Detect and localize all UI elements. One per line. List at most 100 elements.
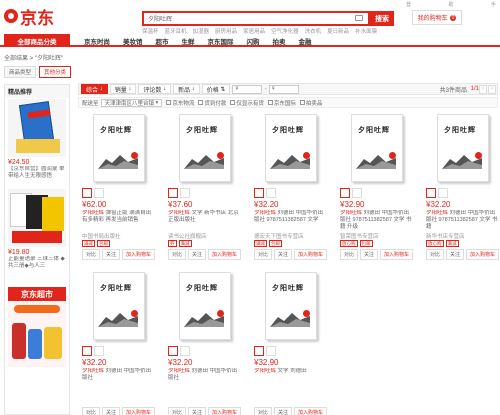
- product-image[interactable]: 夕阳吐辉: [167, 110, 243, 186]
- follow-button[interactable]: 关注: [188, 249, 207, 260]
- sort-comments[interactable]: 评论数 ↓: [138, 84, 172, 94]
- thumbnail[interactable]: [82, 346, 92, 356]
- compare-button[interactable]: 对比: [426, 249, 445, 260]
- search-input[interactable]: [144, 13, 344, 24]
- price-from-input[interactable]: [232, 84, 263, 94]
- checkbox[interactable]: [267, 100, 273, 105]
- nav-item[interactable]: 超市: [156, 36, 169, 46]
- follow-button[interactable]: 关注: [188, 407, 207, 415]
- thumbnail[interactable]: [168, 188, 178, 198]
- nav-item[interactable]: 生鲜: [182, 36, 195, 46]
- compare-button[interactable]: 对比: [254, 249, 273, 260]
- nav-item[interactable]: 美妆馆: [123, 36, 143, 46]
- jd-supermarket-ad[interactable]: 京东超市: [8, 287, 66, 367]
- product-image[interactable]: 夕阳吐辉: [339, 110, 415, 186]
- checkbox[interactable]: [198, 100, 204, 105]
- sort-sales[interactable]: 销量 ↓: [109, 84, 137, 94]
- product-image[interactable]: 夕阳吐辉: [253, 268, 329, 344]
- help-link[interactable]: 助: [448, 1, 453, 8]
- checkbox[interactable]: [230, 100, 236, 105]
- checkbox[interactable]: [166, 100, 172, 105]
- thumbnail[interactable]: [168, 346, 178, 356]
- sort-comprehensive[interactable]: 综合 ↓: [81, 84, 108, 94]
- all-categories-button[interactable]: 全部商品分类: [4, 34, 70, 47]
- product-image[interactable]: 夕阳吐辉: [81, 268, 157, 344]
- add-to-cart-button[interactable]: 加入购物车: [380, 249, 414, 260]
- shop-name[interactable]: 智荣图书专营店: [340, 232, 414, 240]
- product-image[interactable]: [8, 189, 66, 247]
- follow-button[interactable]: 关注: [274, 407, 293, 415]
- add-to-cart-button[interactable]: 加入购物车: [466, 249, 500, 260]
- product-image[interactable]: [8, 99, 66, 157]
- mobile-link[interactable]: 手: [491, 1, 496, 8]
- product-card[interactable]: 夕阳吐辉 ¥32.20 夕阳吐辉 刘德田 中国华侨出版社 97875113825…: [422, 110, 500, 276]
- product-image[interactable]: 夕阳吐辉: [425, 110, 500, 186]
- product-title[interactable]: 夕阳吐辉 文学 新华书店 北京正版出版社: [168, 210, 242, 231]
- compare-button[interactable]: 对比: [168, 249, 187, 260]
- nav-item[interactable]: 京东国际: [208, 36, 234, 46]
- product-title[interactable]: 夕阳吐辉 刘德田 中国华侨出版社: [82, 368, 156, 389]
- shop-name[interactable]: 读书公社旗舰店: [168, 232, 242, 240]
- shop-name[interactable]: 中国书局出版社: [82, 232, 156, 240]
- add-to-cart-button[interactable]: 加入购物车: [294, 249, 328, 260]
- thumbnail[interactable]: [266, 188, 276, 198]
- follow-button[interactable]: 关注: [360, 249, 379, 260]
- sort-price[interactable]: 价格 ⇅: [201, 84, 231, 94]
- follow-button[interactable]: 关注: [102, 249, 121, 260]
- filter-chip-selected[interactable]: 其他分类: [39, 66, 72, 78]
- page-prev-button[interactable]: <: [479, 84, 487, 94]
- product-card[interactable]: 夕阳吐辉 ¥32.20 夕阳吐辉 刘德田 中国华侨出版社 对比 关注 加入购物车: [78, 268, 160, 415]
- compare-button[interactable]: 对比: [254, 407, 273, 415]
- product-image[interactable]: 夕阳吐辉: [167, 268, 243, 344]
- checkbox[interactable]: [299, 100, 305, 105]
- shop-name[interactable]: [82, 390, 156, 397]
- thumbnail[interactable]: [340, 188, 350, 198]
- sidebar-ad[interactable]: 京东超市: [8, 287, 66, 367]
- nav-item[interactable]: 闪购: [247, 36, 260, 46]
- ship-location-select[interactable]: 天津津南区八里台镇 ▾: [100, 98, 163, 107]
- thumbnail[interactable]: [254, 346, 264, 356]
- jd-logo[interactable]: 京东: [4, 4, 64, 28]
- product-card[interactable]: 夕阳吐辉 ¥32.20 夕阳吐辉 刘德田 中国华侨出版社 对比 关注 加入购物车: [164, 268, 246, 415]
- camera-icon[interactable]: [355, 15, 363, 21]
- add-to-cart-button[interactable]: 加入购物车: [208, 249, 242, 260]
- add-to-cart-button[interactable]: 加入购物车: [122, 407, 156, 415]
- filter-chip[interactable]: 商品类型: [4, 66, 37, 78]
- add-to-cart-button[interactable]: 加入购物车: [208, 407, 242, 415]
- product-title[interactable]: 夕阳吐辉 刘德田 中国华侨出版社 9787511382587 文学 书籍 升级: [340, 210, 414, 231]
- cart-button[interactable]: 我的购物车 0: [412, 10, 462, 25]
- thumbnail[interactable]: [426, 188, 436, 198]
- thumbnail[interactable]: [266, 346, 276, 356]
- sort-new[interactable]: 新品 ↓: [173, 84, 200, 94]
- nav-item[interactable]: 京东时尚: [84, 36, 110, 46]
- sidebar-product[interactable]: ¥19.80 正能量语录 三球三体 ◆共三册◆与人三: [8, 189, 66, 270]
- add-to-cart-button[interactable]: 加入购物车: [294, 407, 328, 415]
- product-card[interactable]: 夕阳吐辉 ¥32.90 夕阳吐辉 文学 刘德田 对比 关注 加入购物车: [250, 268, 332, 415]
- product-title[interactable]: 夕阳吐辉 刘德田 中国华侨出版社 9787511382587 文学 书籍: [426, 210, 500, 231]
- nav-item[interactable]: 拍卖: [273, 36, 286, 46]
- thumbnail[interactable]: [94, 346, 104, 356]
- compare-button[interactable]: 对比: [168, 407, 187, 415]
- thumbnail[interactable]: [254, 188, 264, 198]
- price-to-input[interactable]: [268, 84, 299, 94]
- thumbnail[interactable]: [82, 188, 92, 198]
- product-image[interactable]: 夕阳吐辉: [253, 110, 329, 186]
- thumbnail[interactable]: [180, 188, 190, 198]
- compare-button[interactable]: 对比: [82, 407, 101, 415]
- shop-name[interactable]: [168, 390, 242, 397]
- thumbnail[interactable]: [352, 188, 362, 198]
- sidebar-product-title[interactable]: 正能量语录 三球三体 ◆共三册◆与人三: [8, 256, 66, 270]
- nav-item[interactable]: 金融: [299, 36, 312, 46]
- thumbnail[interactable]: [94, 188, 104, 198]
- shop-name[interactable]: [254, 390, 328, 397]
- product-card[interactable]: 夕阳吐辉 ¥32.90 夕阳吐辉 刘德田 中国华侨出版社 97875113825…: [336, 110, 418, 276]
- product-card[interactable]: 夕阳吐辉 ¥32.20 夕阳吐辉 刘德田 中国华侨出版社 97875113825…: [250, 110, 332, 276]
- compare-button[interactable]: 对比: [340, 249, 359, 260]
- product-card[interactable]: 夕阳吐辉 ¥62.00 夕阳吐辉 弹窗正版 满满自出有多精彩 再发当前销售 中国…: [78, 110, 160, 276]
- product-image[interactable]: 夕阳吐辉: [81, 110, 157, 186]
- product-title[interactable]: 夕阳吐辉 刘德田 中国华侨出版社 9787511382587 文学: [254, 210, 328, 231]
- search-button[interactable]: 搜索: [370, 11, 394, 26]
- follow-button[interactable]: 关注: [102, 407, 121, 415]
- login-link[interactable]: 登: [406, 1, 411, 8]
- product-title[interactable]: 夕阳吐辉 刘德田 中国华侨出版社: [168, 368, 242, 389]
